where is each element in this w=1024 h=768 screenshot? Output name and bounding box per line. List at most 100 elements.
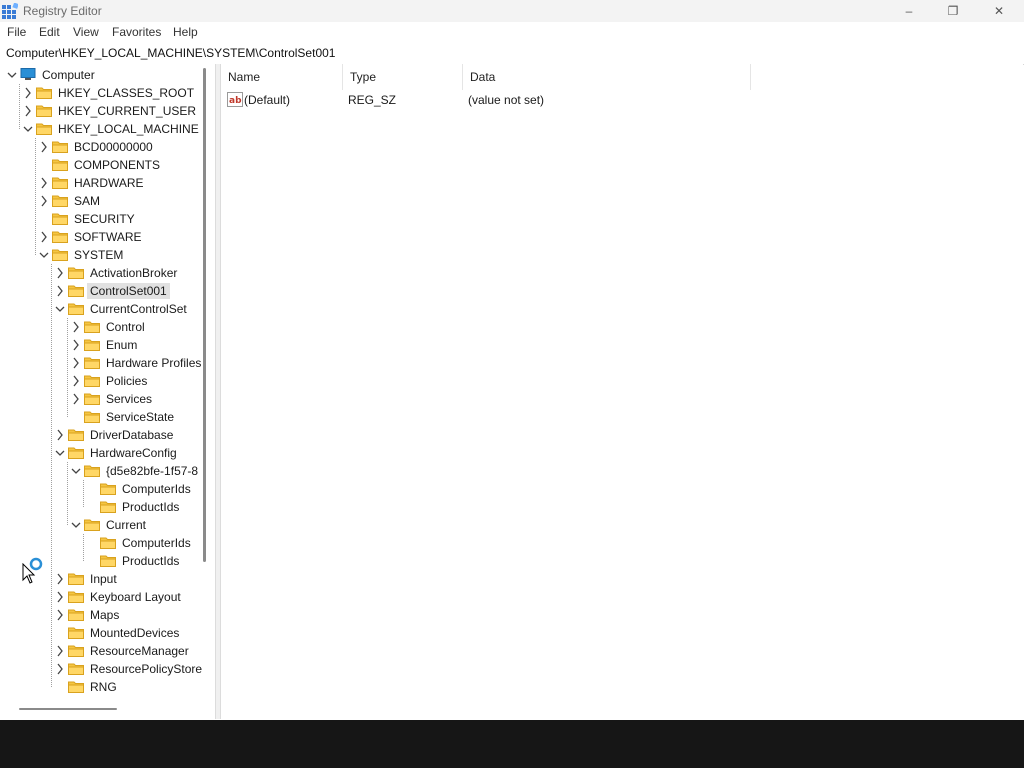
- tree-node[interactable]: MountedDevices: [0, 624, 200, 642]
- chevron-right-icon[interactable]: [70, 391, 82, 407]
- chevron-right-icon[interactable]: [38, 229, 50, 245]
- maximize-button[interactable]: ❐: [930, 0, 976, 22]
- tree-node[interactable]: HARDWARE: [0, 174, 200, 192]
- tree-node[interactable]: Keyboard Layout: [0, 588, 200, 606]
- chevron-down-icon[interactable]: [54, 445, 66, 461]
- minimize-button[interactable]: –: [886, 0, 932, 22]
- chevron-right-icon[interactable]: [54, 427, 66, 443]
- tree-node-label: HardwareConfig: [90, 446, 177, 460]
- tree-node-label: ProductIds: [122, 500, 180, 514]
- chevron-right-icon[interactable]: [54, 283, 66, 299]
- tree-node[interactable]: ComputerIds: [0, 534, 200, 552]
- tree-node[interactable]: SYSTEM: [0, 246, 200, 264]
- tree-node[interactable]: ControlSet001: [0, 282, 200, 300]
- folder-icon: [84, 519, 100, 531]
- tree-node-label: Current: [106, 518, 147, 532]
- tree-node[interactable]: SECURITY: [0, 210, 200, 228]
- address-path[interactable]: Computer\HKEY_LOCAL_MACHINE\SYSTEM\Contr…: [6, 46, 335, 60]
- folder-icon: [100, 483, 116, 495]
- chevron-right-icon[interactable]: [54, 571, 66, 587]
- tree-node[interactable]: HKEY_CLASSES_ROOT: [0, 84, 200, 102]
- close-button[interactable]: ✕: [976, 0, 1022, 22]
- tree-node[interactable]: Services: [0, 390, 200, 408]
- tree-vertical-scrollbar[interactable]: [203, 68, 206, 562]
- folder-icon: [52, 177, 68, 189]
- chevron-down-icon[interactable]: [22, 121, 34, 137]
- values-list-pane[interactable]: Name Type Data ab (Default) REG_SZ (valu…: [221, 64, 1023, 719]
- tree-node-label: HARDWARE: [74, 176, 144, 190]
- chevron-right-icon[interactable]: [38, 193, 50, 209]
- tree-node[interactable]: Computer: [0, 66, 200, 84]
- chevron-right-icon[interactable]: [70, 373, 82, 389]
- tree-node[interactable]: Hardware Profiles: [0, 354, 201, 372]
- chevron-right-icon[interactable]: [54, 661, 66, 677]
- title-bar[interactable]: Registry Editor – ❐ ✕: [0, 0, 1024, 22]
- tree-node-label: Policies: [106, 374, 148, 388]
- chevron-right-icon[interactable]: [70, 337, 82, 353]
- chevron-down-icon[interactable]: [38, 247, 50, 263]
- chevron-down-icon[interactable]: [70, 517, 82, 533]
- tree-node[interactable]: ResourceManager: [0, 642, 200, 660]
- tree-node-label: CurrentControlSet: [90, 302, 187, 316]
- tree-node[interactable]: ServiceState: [0, 408, 200, 426]
- tree-node[interactable]: SAM: [0, 192, 200, 210]
- tree-node[interactable]: Policies: [0, 372, 200, 390]
- chevron-right-icon[interactable]: [70, 355, 82, 371]
- tree-node[interactable]: SOFTWARE: [0, 228, 200, 246]
- column-header-data[interactable]: Data: [463, 64, 751, 90]
- chevron-down-icon[interactable]: [54, 301, 66, 317]
- chevron-right-icon[interactable]: [70, 319, 82, 335]
- tree-node[interactable]: HKEY_LOCAL_MACHINE: [0, 120, 200, 138]
- tree-node[interactable]: {d5e82bfe-1f57-8: [0, 462, 200, 480]
- tree-node[interactable]: BCD00000000: [0, 138, 200, 156]
- tree-node-label: ComputerIds: [122, 536, 191, 550]
- menu-edit[interactable]: Edit: [39, 25, 60, 39]
- column-header-type[interactable]: Type: [343, 64, 463, 90]
- chevron-right-icon[interactable]: [54, 589, 66, 605]
- tree-node[interactable]: HKEY_CURRENT_USER: [0, 102, 200, 120]
- chevron-right-icon[interactable]: [54, 265, 66, 281]
- menu-favorites[interactable]: Favorites: [112, 25, 161, 39]
- folder-icon: [84, 393, 100, 405]
- tree-node[interactable]: COMPONENTS: [0, 156, 200, 174]
- column-header-name[interactable]: Name: [221, 64, 343, 90]
- chevron-right-icon[interactable]: [38, 139, 50, 155]
- tree-node-label: COMPONENTS: [74, 158, 161, 172]
- tree-node[interactable]: Control: [0, 318, 200, 336]
- tree-node[interactable]: CurrentControlSet: [0, 300, 200, 318]
- tree-node-label: SECURITY: [74, 212, 135, 226]
- tree-node-label: HKEY_CLASSES_ROOT: [58, 86, 195, 100]
- tree-node-label: Services: [106, 392, 153, 406]
- tree-node[interactable]: ActivationBroker: [0, 264, 200, 282]
- chevron-right-icon[interactable]: [38, 175, 50, 191]
- folder-icon: [52, 213, 68, 225]
- computer-icon: [20, 68, 36, 80]
- column-header-type-label: Type: [350, 70, 377, 84]
- key-tree-pane[interactable]: Computer HKEY_CLASSES_ROOT HKEY_CURRENT_US…: [0, 64, 216, 719]
- chevron-right-icon[interactable]: [54, 643, 66, 659]
- tree-node[interactable]: ProductIds: [0, 498, 200, 516]
- chevron-down-icon[interactable]: [6, 67, 18, 83]
- value-row[interactable]: ab (Default) REG_SZ (value not set): [221, 90, 1011, 110]
- tree-node-label: SOFTWARE: [74, 230, 142, 244]
- menu-view[interactable]: View: [73, 25, 99, 39]
- tree-node-label: ActivationBroker: [90, 266, 178, 280]
- tree-node-label: SYSTEM: [74, 248, 124, 262]
- folder-icon: [68, 285, 84, 297]
- tree-node[interactable]: DriverDatabase: [0, 426, 200, 444]
- tree-node[interactable]: Enum: [0, 336, 200, 354]
- tree-node[interactable]: ComputerIds: [0, 480, 200, 498]
- address-bar[interactable]: Computer\HKEY_LOCAL_MACHINE\SYSTEM\Contr…: [0, 42, 1024, 65]
- menu-file[interactable]: File: [7, 25, 26, 39]
- tree-node[interactable]: HardwareConfig: [0, 444, 200, 462]
- tree-node[interactable]: Current: [0, 516, 200, 534]
- chevron-down-icon[interactable]: [70, 463, 82, 479]
- menu-help[interactable]: Help: [173, 25, 198, 39]
- chevron-right-icon[interactable]: [22, 85, 34, 101]
- tree-node[interactable]: Maps: [0, 606, 200, 624]
- tree-node[interactable]: ResourcePolicyStore: [0, 660, 202, 678]
- chevron-right-icon[interactable]: [22, 103, 34, 119]
- tree-horizontal-scrollbar[interactable]: [19, 708, 117, 710]
- tree-node[interactable]: RNG: [0, 678, 200, 696]
- chevron-right-icon[interactable]: [54, 607, 66, 623]
